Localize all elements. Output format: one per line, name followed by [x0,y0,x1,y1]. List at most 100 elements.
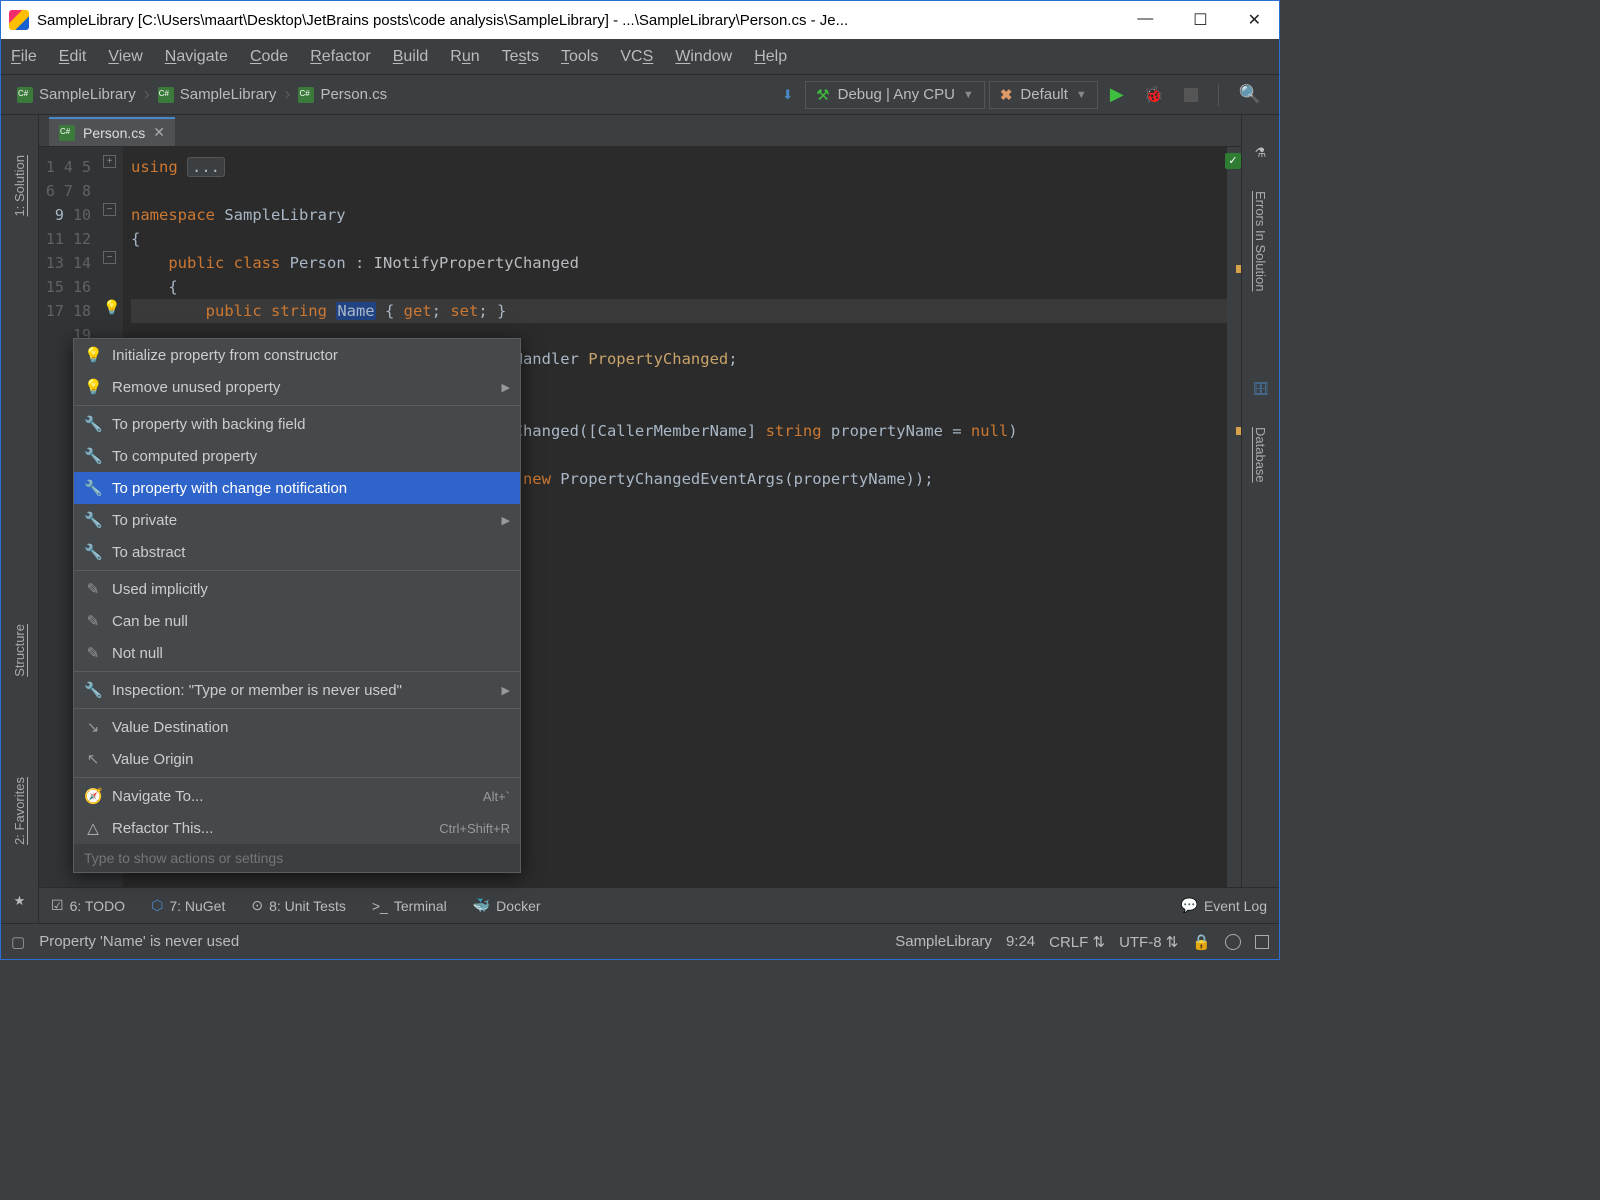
submenu-icon: ▶ [502,684,510,697]
menu-window[interactable]: Window [675,48,732,66]
database-icon[interactable]: 🗄 [1252,381,1269,397]
analysis-ok-icon[interactable]: ✓ [1225,153,1241,169]
intention-item[interactable]: 🔧To property with backing field [74,408,520,440]
intention-item[interactable]: 🔧To computed property [74,440,520,472]
wrench-icon: 🔧 [84,543,102,561]
fold-icon[interactable]: − [103,203,116,216]
tool-docker[interactable]: 🐳Docker [473,897,541,914]
intention-item[interactable]: 💡Remove unused property▶ [74,371,520,403]
solution-icon [17,87,33,103]
menu-edit[interactable]: Edit [59,48,87,66]
titlebar: SampleLibrary [C:\Users\maart\Desktop\Je… [1,1,1279,39]
menu-build[interactable]: Build [393,48,429,66]
warning-marker[interactable] [1236,265,1241,273]
run-button[interactable]: ▶ [1102,80,1132,109]
event-log[interactable]: 💬Event Log [1181,897,1268,914]
intention-item[interactable]: 🔧To private▶ [74,504,520,536]
intention-item[interactable]: ✎Can be null [74,605,520,637]
close-tab-button[interactable]: ✕ [153,124,165,141]
sync-icon[interactable] [1255,935,1269,949]
intention-item[interactable]: 💡Initialize property from constructor [74,339,520,371]
menu-help[interactable]: Help [754,48,787,66]
rail-solution[interactable]: 1: Solution [12,155,27,216]
bulb-icon[interactable]: 💡 [103,299,120,316]
tab-person-cs[interactable]: Person.cs ✕ [49,117,175,146]
intention-item[interactable]: 🧭Navigate To...Alt+` [74,780,520,812]
menu-tests[interactable]: Tests [502,48,539,66]
speech-icon: 💬 [1181,897,1198,914]
rail-structure[interactable]: Structure [12,624,27,677]
lock-icon[interactable]: 🔒 [1192,933,1211,951]
statusbar-icon[interactable]: ▢ [11,933,25,951]
scheme-icon: ✖ [1000,86,1013,104]
tool-terminal[interactable]: >_Terminal [372,898,447,914]
wrench-icon: 🔧 [84,447,102,465]
rail-favorites[interactable]: 2: Favorites [12,777,27,845]
intention-popup: 💡Initialize property from constructor 💡R… [73,338,521,873]
csharp-file-icon [298,87,314,103]
wrench-icon: 🔧 [84,415,102,433]
intention-item[interactable]: 🔧To abstract [74,536,520,568]
intention-item[interactable]: ↖Value Origin [74,743,520,775]
pencil-icon: ✎ [84,612,102,630]
wrench-icon: 🔧 [84,681,102,699]
submenu-icon: ▶ [502,514,510,527]
breadcrumb-solution[interactable]: SampleLibrary [11,83,142,106]
stop-button[interactable] [1176,84,1206,106]
menu-navigate[interactable]: Navigate [165,48,228,66]
rail-database[interactable]: Database [1253,427,1268,483]
pencil-icon: ✎ [84,644,102,662]
status-encoding[interactable]: UTF-8 ⇅ [1119,933,1178,951]
shortcut-label: Alt+` [483,789,510,804]
minimize-button[interactable]: — [1137,10,1153,30]
search-button[interactable]: 🔍 [1231,80,1269,109]
left-tool-rail: 1: Solution Structure 2: Favorites ★ [1,115,39,923]
menu-view[interactable]: View [108,48,142,66]
terminal-icon: >_ [372,898,388,914]
debug-button[interactable]: 🐞 [1136,81,1172,109]
annotation-strip[interactable]: ✓ [1227,147,1241,887]
fold-icon[interactable]: + [103,155,116,168]
intention-item[interactable]: ↘Value Destination [74,711,520,743]
close-button[interactable]: ✕ [1248,10,1261,30]
intention-item[interactable]: △Refactor This...Ctrl+Shift+R [74,812,520,844]
check-icon: ☑ [51,897,64,914]
tool-todo[interactable]: ☑6: TODO [51,897,125,914]
intention-search-input[interactable] [74,844,520,872]
tool-unit-tests[interactable]: ⊙8: Unit Tests [251,897,346,914]
download-button[interactable]: ⬇ [774,83,801,107]
maximize-button[interactable]: ☐ [1193,10,1207,30]
menu-vcs[interactable]: VCS [620,48,653,66]
fold-icon[interactable]: − [103,251,116,264]
csharp-file-icon [59,125,75,141]
status-line-ending[interactable]: CRLF ⇅ [1049,933,1105,951]
status-project[interactable]: SampleLibrary [895,933,992,950]
intention-item-selected[interactable]: 🔧To property with change notification [74,472,520,504]
intention-item[interactable]: 🔧Inspection: "Type or member is never us… [74,674,520,706]
rail-errors[interactable]: Errors In Solution [1253,191,1268,291]
menu-file[interactable]: File [11,48,37,66]
run-config-combo[interactable]: ⚒ Debug | Any CPU ▼ [805,81,985,109]
status-caret-pos[interactable]: 9:24 [1006,933,1035,950]
menu-refactor[interactable]: Refactor [310,48,370,66]
csharp-project-icon [158,87,174,103]
menu-run[interactable]: Run [450,48,479,66]
intention-item[interactable]: ✎Not null [74,637,520,669]
intention-item[interactable]: ✎Used implicitly [74,573,520,605]
shortcut-label: Ctrl+Shift+R [439,821,510,836]
breadcrumb-file[interactable]: Person.cs [292,83,393,106]
tool-nuget[interactable]: ⬡7: NuGet [151,897,225,914]
indicator-icon[interactable] [1225,934,1241,950]
menu-tools[interactable]: Tools [561,48,598,66]
arrow-down-right-icon: ↘ [84,718,102,736]
scheme-combo[interactable]: ✖ Default ▼ [989,81,1098,109]
arrow-up-left-icon: ↖ [84,750,102,768]
menubar: File Edit View Navigate Code Refactor Bu… [1,39,1279,75]
compass-icon: 🧭 [84,787,102,805]
flask-icon[interactable]: ⚗ [1255,145,1267,161]
menu-code[interactable]: Code [250,48,288,66]
status-message: Property 'Name' is never used [39,933,239,950]
warning-marker[interactable] [1236,427,1241,435]
hammer-icon: ⚒ [816,86,829,104]
breadcrumb-project[interactable]: SampleLibrary [152,83,283,106]
